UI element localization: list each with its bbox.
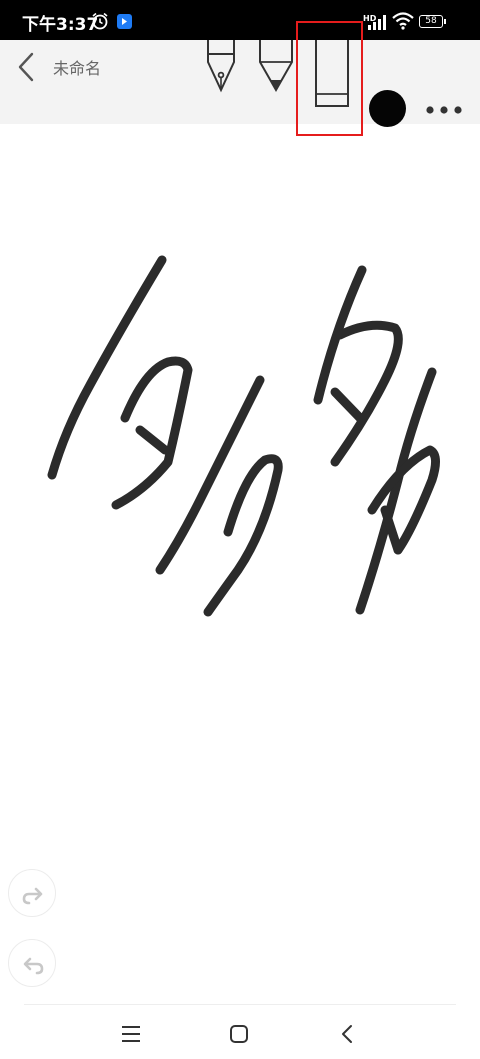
stroke	[111, 356, 193, 510]
undo-icon	[23, 957, 44, 975]
system-nav-bar	[0, 1005, 480, 1059]
undo-button[interactable]	[8, 939, 56, 987]
signal-icon	[368, 15, 386, 30]
stroke	[203, 454, 283, 617]
stroke	[47, 255, 167, 480]
stroke	[155, 375, 265, 575]
redo-button[interactable]	[8, 869, 56, 917]
nav-back-icon[interactable]	[333, 1019, 363, 1049]
back-arrow-icon[interactable]	[12, 50, 42, 84]
stroke	[380, 505, 403, 555]
status-time: 下午3:37	[22, 15, 99, 35]
editor-toolbar: 未命名	[0, 40, 480, 127]
more-options-icon[interactable]	[424, 100, 464, 120]
eraser-tool-icon[interactable]	[308, 40, 356, 114]
menu-icon[interactable]	[116, 1019, 146, 1049]
stroke	[135, 425, 170, 455]
color-picker-button[interactable]	[369, 90, 406, 127]
marker-pen-tool-icon[interactable]	[256, 40, 296, 98]
drawing-canvas[interactable]	[0, 124, 480, 1004]
stroke	[330, 387, 367, 425]
app-notification-icon	[117, 14, 132, 29]
redo-icon	[22, 887, 43, 905]
wifi-icon	[392, 12, 414, 30]
status-bar: 下午3:37 HD 58	[0, 0, 480, 40]
battery-indicator: 58	[419, 15, 446, 28]
stroke	[330, 320, 403, 467]
fountain-pen-tool-icon[interactable]	[201, 40, 241, 98]
notes-drawing-screen: 下午3:37 HD 58 未命名	[0, 0, 480, 1059]
document-title: 未命名	[53, 59, 102, 78]
alarm-icon	[92, 12, 108, 30]
home-icon[interactable]	[224, 1019, 254, 1049]
handwriting-strokes	[47, 255, 440, 617]
